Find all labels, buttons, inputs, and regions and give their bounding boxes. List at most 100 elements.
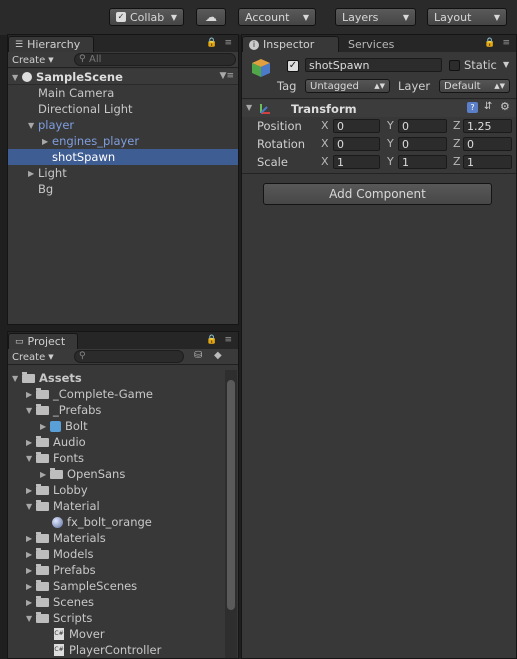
expand-arrow-icon[interactable]: ▼ [246,103,256,112]
static-checkbox[interactable] [449,60,460,71]
expand-arrow-icon[interactable]: ▼ [12,73,22,82]
collapse-arrow-icon[interactable]: ▶ [42,137,52,146]
axis-x-label[interactable]: X [321,119,329,132]
list-item[interactable]: ▶ Lobby [8,482,224,498]
scale-x-field[interactable]: 1 [333,155,380,169]
gear-icon[interactable]: ⚙ [500,100,510,113]
list-item[interactable]: ▼ Fonts [8,450,224,466]
account-button[interactable]: Account ▼ [238,8,316,26]
list-item[interactable]: ▶ Prefabs [8,562,224,578]
position-x-field[interactable]: 0 [333,119,380,133]
tab-services[interactable]: Services [342,36,404,52]
collapse-arrow-icon[interactable]: ▶ [26,534,36,543]
transform-header[interactable]: ▼ Transform ? ⇵ ⚙ [242,100,516,117]
axis-z-label[interactable]: Z [453,155,461,168]
list-item[interactable]: Main Camera [8,85,238,101]
list-item-selected[interactable]: shotSpawn [8,149,238,165]
scale-z-field[interactable]: 1 [463,155,512,169]
layers-dropdown[interactable]: Layers ▼ [335,8,416,26]
axis-y-label[interactable]: Y [387,137,394,150]
list-item[interactable]: Bg [8,181,238,197]
help-book-icon[interactable]: ? [467,102,478,113]
list-item[interactable]: ▶ Scenes [8,594,224,610]
item-label: Light [38,166,67,180]
list-item[interactable]: C# Mover [8,626,224,642]
folder-icon [36,563,49,575]
collapse-arrow-icon[interactable]: ▶ [40,422,50,431]
collapse-arrow-icon[interactable]: ▶ [26,582,36,591]
list-item[interactable]: ▶ Audio [8,434,224,450]
collapse-arrow-icon[interactable]: ▶ [26,566,36,575]
expand-arrow-icon[interactable]: ▼ [12,374,22,383]
collapse-arrow-icon[interactable]: ▶ [28,169,38,178]
object-name-input[interactable]: shotSpawn [305,58,442,72]
collapse-arrow-icon[interactable]: ▶ [26,438,36,447]
expand-arrow-icon[interactable]: ▼ [26,406,36,415]
list-item[interactable]: ▶ SampleScenes [8,578,224,594]
list-item[interactable]: ▶ Materials [8,530,224,546]
expand-arrow-icon[interactable]: ▼ [26,614,36,623]
item-label: Material [53,499,100,513]
position-z-field[interactable]: 1.25 [463,119,512,133]
project-create-button[interactable]: Create ▼ [12,350,54,364]
collapse-arrow-icon[interactable]: ▶ [40,470,50,479]
project-search-input[interactable]: ⚲ [74,350,184,363]
tab-inspector[interactable]: i Inspector [242,36,339,52]
axis-y-label[interactable]: Y [387,155,394,168]
layer-dropdown[interactable]: Default ▲▼ [439,79,510,93]
list-item[interactable]: ▼ Scripts [8,610,224,626]
cloud-button[interactable]: ☁ [196,8,226,26]
layout-dropdown[interactable]: Layout ▼ [427,8,507,26]
list-item[interactable]: ▶ engines_player [8,133,238,149]
collapse-arrow-icon[interactable]: ▶ [26,390,36,399]
rotation-z-field[interactable]: 0 [463,137,512,151]
field-value: 0 [402,137,409,151]
list-item[interactable]: ▼ _Prefabs [8,402,224,418]
hierarchy-search-input[interactable]: ⚲ All [74,53,236,66]
hierarchy-create-button[interactable]: Create ▼ [12,53,54,67]
panel-options-icons[interactable]: 🔒 ≡ [206,38,234,48]
label-filter-icon[interactable]: ◆ [214,350,222,361]
scene-row[interactable]: ▼ SampleScene ▼≡ [8,69,238,85]
tab-project[interactable]: ▭ Project [8,333,78,349]
position-y-field[interactable]: 0 [398,119,447,133]
collab-button[interactable]: ✓ Collab ▼ [109,8,184,26]
list-item[interactable]: ▶ Models [8,546,224,562]
panel-options-icons[interactable]: 🔒 ≡ [206,335,234,345]
axis-x-label[interactable]: X [321,137,329,150]
list-item[interactable]: ▼ player [8,117,238,133]
list-item[interactable]: fx_bolt_orange [8,514,224,530]
list-item[interactable]: ▶ Bolt [8,418,224,434]
filter-type-icon[interactable]: ⛁ [194,350,202,361]
axis-z-label[interactable]: Z [453,137,461,150]
scrollbar-thumb[interactable] [227,380,235,610]
expand-arrow-icon[interactable]: ▼ [26,502,36,511]
expand-arrow-icon[interactable]: ▼ [28,121,38,130]
list-item[interactable]: ▼ Assets [8,370,224,386]
collapse-arrow-icon[interactable]: ▶ [26,550,36,559]
panel-options-icons[interactable]: 🔒 ≡ [484,38,512,48]
list-item[interactable]: ▶ _Complete-Game [8,386,224,402]
active-checkbox[interactable]: ✓ [287,60,299,72]
scale-y-field[interactable]: 1 [398,155,447,169]
tab-hierarchy[interactable]: ☰ Hierarchy [8,36,94,52]
preset-icon[interactable]: ⇵ [484,101,492,112]
collapse-arrow-icon[interactable]: ▶ [26,486,36,495]
axis-x-label[interactable]: X [321,155,329,168]
rotation-x-field[interactable]: 0 [333,137,380,151]
list-item[interactable]: ▶ OpenSans [8,466,224,482]
list-item[interactable]: ▼ Material [8,498,224,514]
axis-y-label[interactable]: Y [387,119,394,132]
collapse-arrow-icon[interactable]: ▶ [26,598,36,607]
list-item[interactable]: C# PlayerController [8,642,224,658]
tag-dropdown[interactable]: Untagged ▲▼ [305,79,390,93]
list-item[interactable]: ▶ Light [8,165,238,181]
expand-arrow-icon[interactable]: ▼ [26,454,36,463]
add-component-button[interactable]: Add Component [263,183,492,205]
axis-z-label[interactable]: Z [453,119,461,132]
project-scrollbar[interactable] [225,370,237,658]
scene-menu-icon[interactable]: ▼≡ [220,71,234,81]
rotation-y-field[interactable]: 0 [398,137,447,151]
list-item[interactable]: Directional Light [8,101,238,117]
static-dropdown-icon[interactable]: ▼ [503,60,509,69]
